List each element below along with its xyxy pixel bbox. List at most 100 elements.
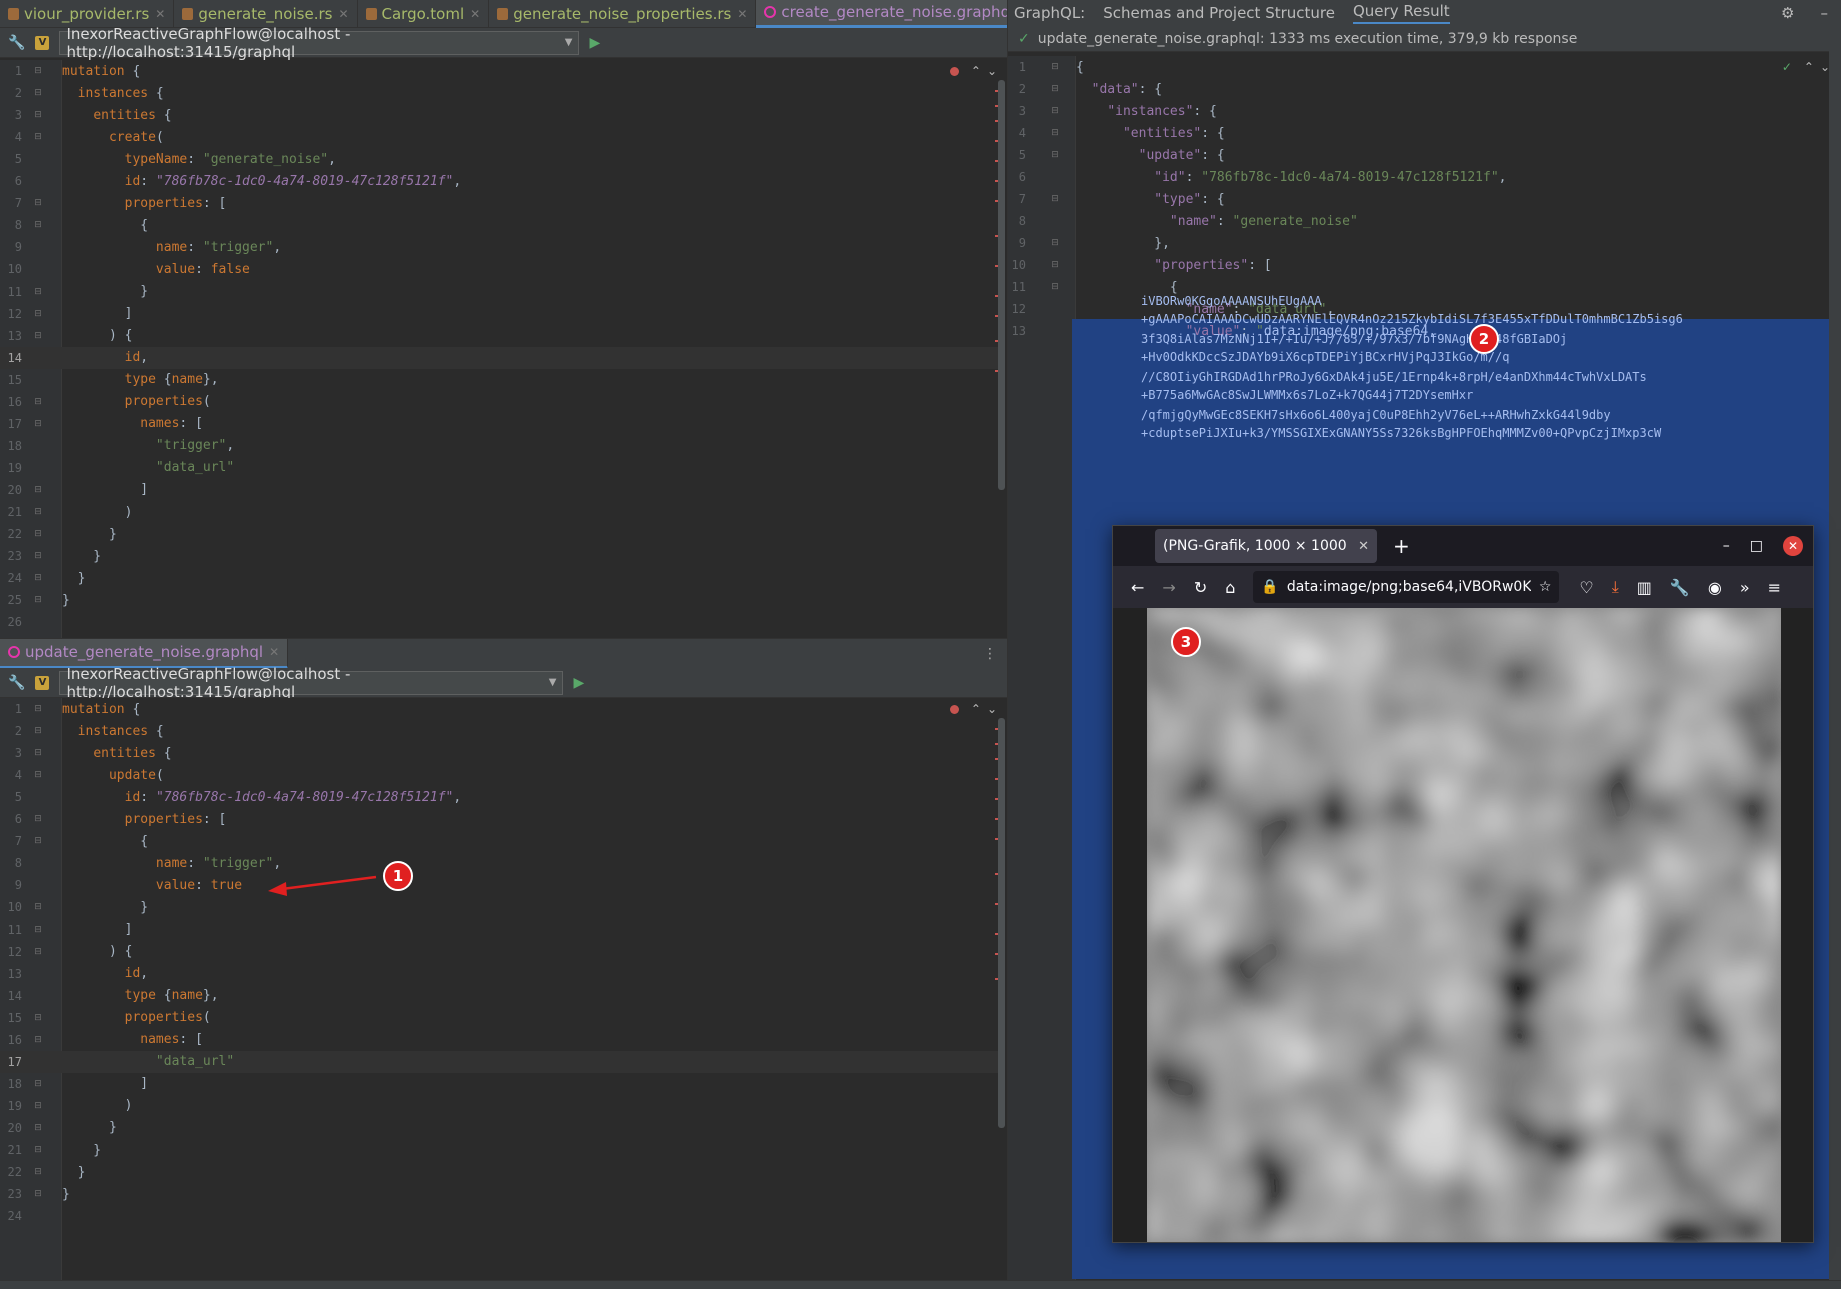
close-icon[interactable]: ✕ [1358, 539, 1369, 554]
forward-arrow-icon[interactable]: → [1162, 578, 1175, 597]
error-stripe[interactable] [993, 60, 1007, 638]
code-line[interactable]: 12 ⊟ ) { [0, 941, 1000, 963]
code-line[interactable]: 26 [0, 611, 1000, 633]
browser-tab[interactable]: (PNG-Grafik, 1000 × 1000 Pixel)✕ [1155, 529, 1377, 563]
wrench-icon[interactable]: 🔧 [8, 35, 25, 51]
result-line[interactable]: 2 ⊟ "data": { [1008, 78, 1828, 100]
fold-marker-icon[interactable]: ⊟ [1034, 62, 1076, 72]
code-line[interactable]: 8 name: "trigger", [0, 852, 1000, 874]
code-line[interactable]: 3 ⊟ entities { [0, 742, 1000, 764]
fold-marker-icon[interactable]: ⊟ [30, 814, 46, 824]
code-line[interactable]: 18 ⊟ ] [0, 1073, 1000, 1095]
new-tab-button[interactable]: + [1393, 534, 1410, 558]
fold-marker-icon[interactable]: ⊟ [30, 419, 46, 429]
fold-marker-icon[interactable]: ⊟ [30, 198, 46, 208]
download-icon[interactable]: ⤓ [1612, 577, 1619, 597]
code-line[interactable]: 1 ⊟ mutation { [0, 698, 1000, 720]
code-line[interactable]: 5 typeName: "generate_noise", [0, 148, 1000, 170]
code-line[interactable]: 9 name: "trigger", [0, 236, 1000, 258]
code-line[interactable]: 8 ⊟ { [0, 214, 1000, 236]
url-bar[interactable]: 🔒data:image/png;base64,iVBORw0KGgoAAAANS… [1253, 571, 1560, 603]
variables-icon[interactable]: V [35, 675, 50, 690]
wrench-icon[interactable]: 🔧 [8, 675, 25, 691]
fold-marker-icon[interactable]: ⊟ [30, 947, 46, 957]
tab-schemas[interactable]: Schemas and Project Structure [1103, 4, 1335, 22]
code-line[interactable]: 23 ⊟ } [0, 545, 1000, 567]
kebab-menu-icon[interactable]: ⋮ [983, 646, 997, 662]
code-line[interactable]: 24 [0, 1205, 1000, 1227]
tab-generate-noise-properties[interactable]: generate_noise_properties.rs ✕ [489, 0, 757, 28]
code-line[interactable]: 21 ⊟ } [0, 1139, 1000, 1161]
code-line[interactable]: 10 value: false [0, 258, 1000, 280]
code-line[interactable]: 13 id, [0, 963, 1000, 985]
gear-icon[interactable]: ⚙ [1781, 4, 1794, 22]
code-line[interactable]: 19 "data_url" [0, 457, 1000, 479]
fold-marker-icon[interactable]: ⊟ [1034, 150, 1076, 160]
fold-marker-icon[interactable]: ⊟ [1034, 84, 1076, 94]
code-line[interactable]: 15 type {name}, [0, 369, 1000, 391]
right-tool-strip[interactable] [1829, 0, 1841, 1280]
endpoint-select[interactable]: InexorReactiveGraphFlow@localhost - http… [59, 25, 580, 61]
code-line[interactable]: 21 ⊟ ) [0, 501, 1000, 523]
result-line[interactable]: 9 ⊟ }, [1008, 232, 1828, 254]
result-line[interactable]: 10 ⊟ "properties": [ [1008, 254, 1828, 276]
extension-icon[interactable]: ◉ [1708, 578, 1722, 597]
code-line[interactable]: 6 ⊟ properties: [ [0, 808, 1000, 830]
endpoint-select[interactable]: InexorReactiveGraphFlow@localhost - http… [59, 665, 564, 701]
close-window-button[interactable]: ✕ [1783, 536, 1803, 556]
result-line[interactable]: 5 ⊟ "update": { [1008, 144, 1828, 166]
result-line[interactable]: 6 "id": "786fb78c-1dc0-4a74-8019-47c128f… [1008, 166, 1828, 188]
fold-marker-icon[interactable]: ⊟ [1034, 260, 1076, 270]
close-icon[interactable]: ✕ [470, 7, 480, 21]
code-line[interactable]: 24 ⊟ } [0, 567, 1000, 589]
code-line[interactable]: 4 ⊟ create( [0, 126, 1000, 148]
top-query-editor[interactable]: ⌃ ⌄ 1 ⊟ mutation {2 ⊟ instances {3 ⊟ entities… [0, 60, 1007, 638]
code-line[interactable]: 25 ⊟} [0, 589, 1000, 611]
fold-marker-icon[interactable]: ⊟ [30, 551, 46, 561]
maximize-button[interactable]: □ [1750, 538, 1763, 554]
fold-marker-icon[interactable]: ⊟ [30, 66, 46, 76]
code-line[interactable]: 22 ⊟ } [0, 523, 1000, 545]
fold-marker-icon[interactable]: ⊟ [30, 309, 46, 319]
fold-marker-icon[interactable]: ⊟ [1034, 106, 1076, 116]
code-line[interactable]: 16 ⊟ names: [ [0, 1029, 1000, 1051]
code-line[interactable]: 4 ⊟ update( [0, 764, 1000, 786]
result-line[interactable]: 11 ⊟ { [1008, 276, 1828, 298]
fold-marker-icon[interactable]: ⊟ [30, 726, 46, 736]
code-line[interactable]: 11 ⊟ ] [0, 919, 1000, 941]
code-line[interactable]: 3 ⊟ entities { [0, 104, 1000, 126]
fold-marker-icon[interactable]: ⊟ [30, 1079, 46, 1089]
tab-viour-provider[interactable]: viour_provider.rs ✕ [0, 0, 175, 28]
code-line[interactable]: 17 ⊟ names: [ [0, 413, 1000, 435]
code-line[interactable]: 17 "data_url" [0, 1050, 1000, 1073]
fold-marker-icon[interactable]: ⊟ [30, 88, 46, 98]
fold-marker-icon[interactable]: ⊟ [30, 1189, 46, 1199]
fold-marker-icon[interactable]: ⊟ [1034, 282, 1076, 292]
variables-icon[interactable]: V [35, 35, 50, 50]
result-line[interactable]: 3 ⊟ "instances": { [1008, 100, 1828, 122]
code-line[interactable]: 9 value: true [0, 874, 1000, 896]
tab-query-result[interactable]: Query Result [1352, 2, 1450, 24]
scrollbar-thumb[interactable] [998, 80, 1005, 490]
code-line[interactable]: 1 ⊟ mutation { [0, 60, 1000, 82]
fold-marker-icon[interactable]: ⊟ [30, 529, 46, 539]
code-line[interactable]: 22 ⊟ } [0, 1161, 1000, 1183]
run-query-button[interactable]: ▶ [573, 675, 584, 691]
code-line[interactable]: 2 ⊟ instances { [0, 82, 1000, 104]
close-icon[interactable]: ✕ [338, 7, 348, 21]
fold-marker-icon[interactable]: ⊟ [30, 287, 46, 297]
fold-marker-icon[interactable]: ⊟ [1034, 194, 1076, 204]
fold-marker-icon[interactable]: ⊟ [1034, 128, 1076, 138]
close-icon[interactable]: ✕ [155, 7, 165, 21]
run-query-button[interactable]: ▶ [589, 35, 600, 51]
fold-marker-icon[interactable]: ⊟ [30, 573, 46, 583]
close-icon[interactable]: ✕ [269, 645, 279, 659]
fold-marker-icon[interactable]: ⊟ [30, 397, 46, 407]
bookmark-star-icon[interactable]: ☆ [1539, 579, 1552, 595]
error-stripe[interactable] [993, 698, 1007, 1280]
code-line[interactable]: 13 ⊟ ) { [0, 325, 1000, 347]
fold-marker-icon[interactable]: ⊟ [30, 485, 46, 495]
fold-marker-icon[interactable]: ⊟ [30, 595, 46, 605]
code-line[interactable]: 7 ⊟ { [0, 830, 1000, 852]
code-line[interactable]: 20 ⊟ ] [0, 479, 1000, 501]
